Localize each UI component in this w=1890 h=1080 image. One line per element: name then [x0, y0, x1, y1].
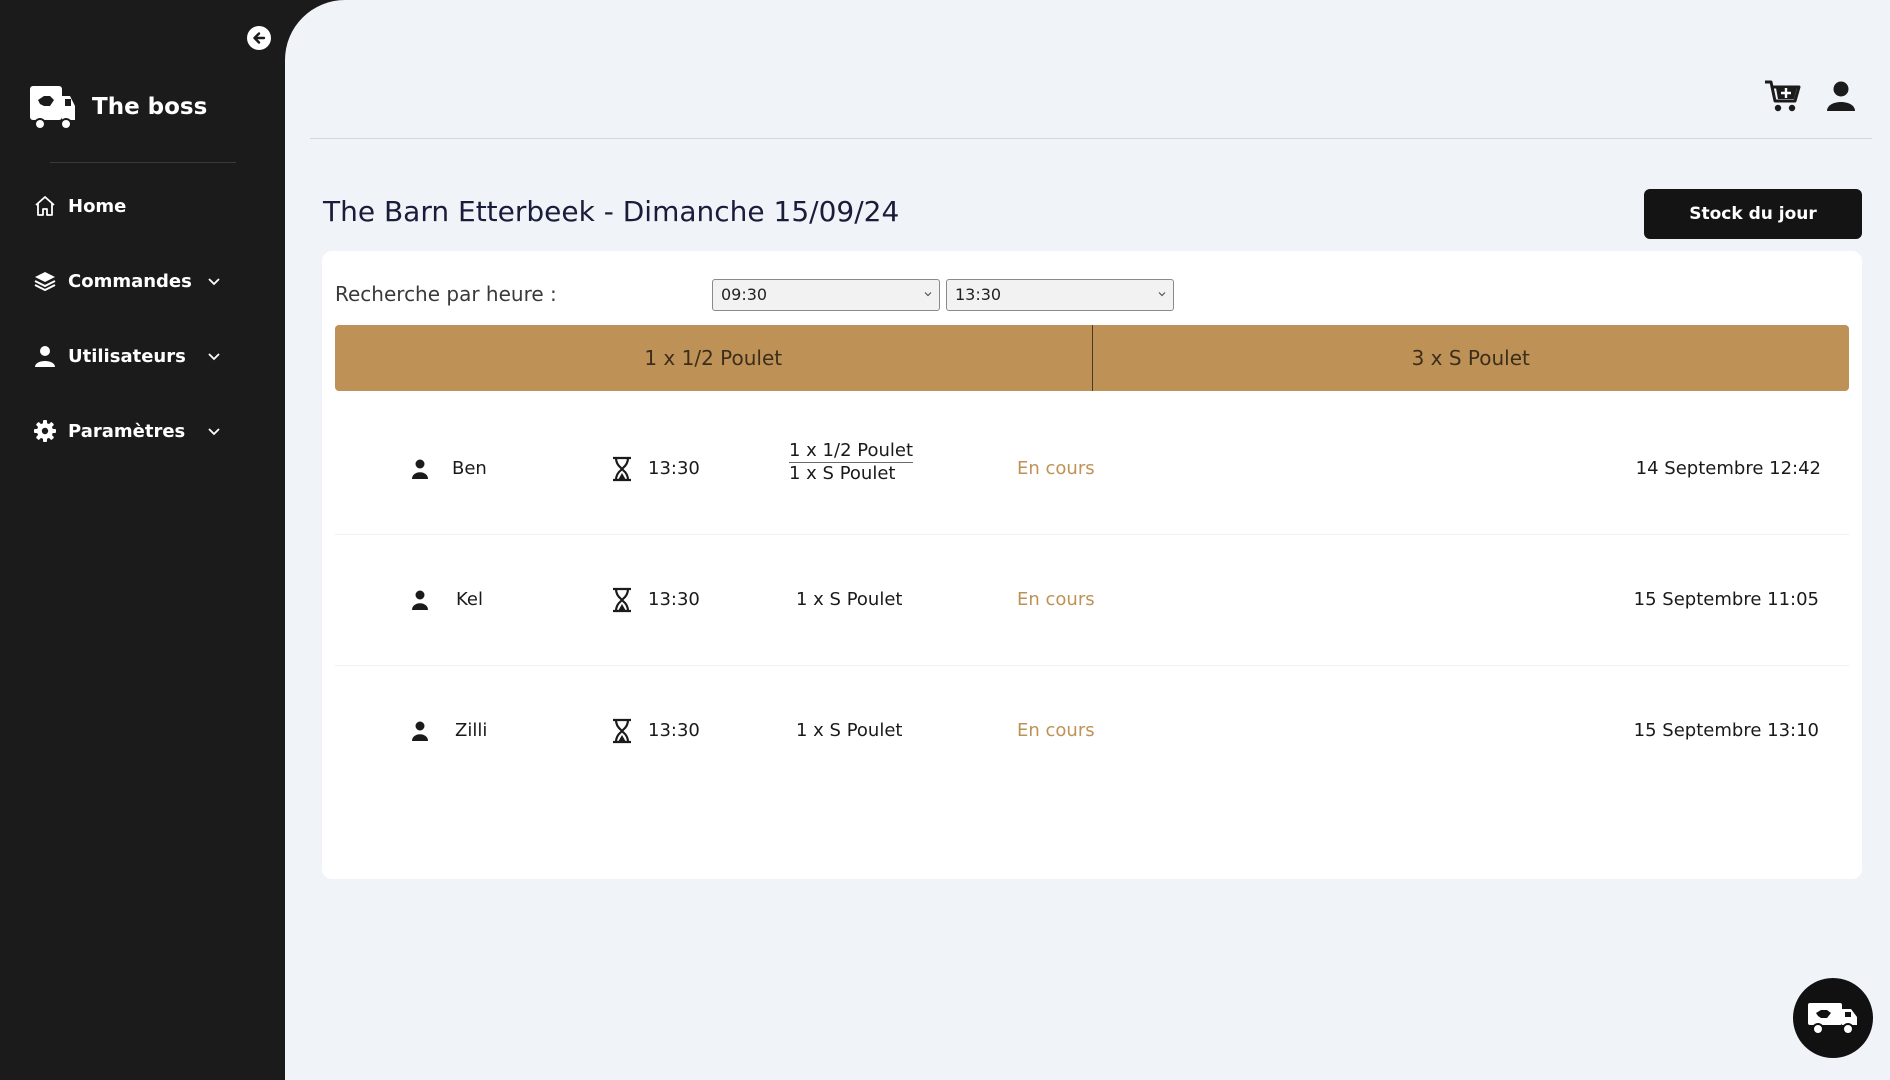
orders-list: Ben 13:30 1 x 1/2 Poulet 1 x S Poulet En…	[335, 404, 1849, 797]
chevron-down-icon[interactable]	[206, 273, 222, 289]
content-corner	[285, 0, 345, 60]
status-label: En cours	[1017, 720, 1095, 741]
order-items: 1 x 1/2 Poulet 1 x S Poulet	[789, 440, 914, 484]
user-icon	[1827, 81, 1855, 111]
order-created-at: 15 Septembre 11:05	[1633, 589, 1819, 610]
pickup-time: 13:30	[648, 458, 700, 479]
customer-name: Kel	[456, 589, 483, 610]
sidebar-item-home[interactable]: Home	[32, 186, 222, 226]
order-created-at: 15 Septembre 13:10	[1633, 720, 1819, 741]
sidebar-item-label: Home	[68, 195, 127, 217]
order-item-line: 1 x 1/2 Poulet	[789, 440, 914, 463]
sidebar-nav: Home Commandes Utilisateurs Paramètres	[32, 186, 222, 486]
layers-icon	[32, 268, 58, 294]
cart-plus-icon	[1765, 80, 1801, 112]
sidebar-divider	[50, 162, 236, 163]
order-items: 1 x S Poulet	[796, 720, 902, 741]
hourglass-icon	[613, 718, 631, 744]
sidebar-item-parametres[interactable]: Paramètres	[32, 411, 222, 451]
collapse-sidebar-button[interactable]	[247, 26, 271, 50]
user-icon	[412, 590, 428, 610]
summary-cell: 1 x 1/2 Poulet	[644, 346, 783, 370]
sidebar-item-label: Commandes	[68, 270, 192, 292]
hourglass-icon	[613, 587, 631, 613]
order-item-line: 1 x S Poulet	[796, 589, 903, 610]
topbar-divider	[310, 138, 1872, 139]
user-icon	[32, 343, 58, 369]
profile-button[interactable]	[1822, 78, 1860, 114]
gear-icon	[32, 418, 58, 444]
page-title: The Barn Etterbeek - Dimanche 15/09/24	[323, 195, 900, 228]
order-created-at: 14 Septembre 12:42	[1635, 458, 1821, 479]
status-label: En cours	[1017, 589, 1095, 610]
topbar-actions	[1764, 78, 1860, 114]
brand-name: The boss	[92, 94, 208, 120]
order-row[interactable]: Ben 13:30 1 x 1/2 Poulet 1 x S Poulet En…	[335, 404, 1849, 535]
pickup-time: 13:30	[648, 589, 700, 610]
sidebar: The boss Home Commandes Utilisateurs Par…	[0, 0, 285, 1080]
sidebar-item-label: Utilisateurs	[68, 345, 186, 367]
brand[interactable]: The boss	[28, 82, 207, 132]
user-icon	[412, 459, 428, 479]
customer-name: Ben	[452, 458, 487, 479]
order-items: 1 x S Poulet	[796, 589, 902, 610]
chevron-down-icon	[924, 292, 932, 297]
stock-du-jour-button[interactable]: Stock du jour	[1644, 189, 1862, 239]
summary-cell: 3 x S Poulet	[1091, 325, 1850, 391]
order-row[interactable]: Kel 13:30 1 x S Poulet En cours 15 Septe…	[335, 535, 1849, 666]
hour-from-select[interactable]: 09:30	[712, 279, 940, 311]
chevron-down-icon	[1158, 292, 1166, 297]
arrow-left-icon	[253, 32, 266, 44]
orders-card: Recherche par heure : 09:30 13:30 1 x 1/…	[322, 251, 1862, 879]
cart-add-button[interactable]	[1764, 78, 1802, 114]
search-by-hour-label: Recherche par heure :	[335, 282, 557, 306]
order-item-line: 1 x S Poulet	[789, 463, 896, 484]
customer-name: Zilli	[455, 720, 488, 741]
chevron-down-icon[interactable]	[206, 423, 222, 439]
food-truck-icon	[1808, 1003, 1857, 1035]
sidebar-item-utilisateurs[interactable]: Utilisateurs	[32, 336, 222, 376]
food-truck-logo-icon	[30, 86, 75, 130]
user-icon	[412, 721, 428, 741]
hour-from-value: 09:30	[721, 285, 768, 304]
sidebar-item-commandes[interactable]: Commandes	[32, 261, 222, 301]
order-summary-bar: 1 x 1/2 Poulet 3 x S Poulet	[335, 325, 1849, 391]
home-icon	[32, 193, 58, 219]
chevron-down-icon[interactable]	[206, 348, 222, 364]
hour-to-value: 13:30	[955, 285, 1002, 304]
status-label: En cours	[1017, 458, 1095, 479]
hour-to-select[interactable]: 13:30	[946, 279, 1174, 311]
sidebar-item-label: Paramètres	[68, 420, 186, 442]
pickup-time: 13:30	[648, 720, 700, 741]
order-item-line: 1 x S Poulet	[796, 720, 903, 741]
hourglass-icon	[613, 456, 631, 482]
food-truck-fab-button[interactable]	[1793, 978, 1873, 1058]
order-row[interactable]: Zilli 13:30 1 x S Poulet En cours 15 Sep…	[335, 666, 1849, 797]
